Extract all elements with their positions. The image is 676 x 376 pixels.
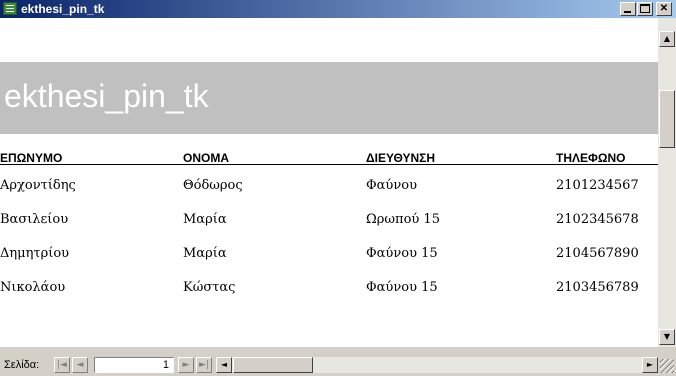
first-record-icon: |◄ [57, 360, 67, 370]
report-window: ekthesi_pin_tk ✕ ekthesi_pin_tk ΕΠΩΝΥΜΟ … [0, 0, 676, 376]
report-page: ekthesi_pin_tk ΕΠΩΝΥΜΟ ΟΝΟΜΑ ΔΙΕΥΘΥΝΣΗ Τ… [0, 18, 658, 347]
page-label: Σελίδα: [4, 359, 40, 371]
cell-phone: 2104567890 [556, 246, 639, 261]
column-header-address: ΔΙΕΥΘΥΝΣΗ [366, 151, 436, 165]
cell-name: Θόδωρος [183, 178, 243, 193]
close-icon: ✕ [659, 3, 669, 14]
previous-record-icon: ◄ [76, 360, 84, 370]
cell-address: Ωρωπού 15 [366, 212, 440, 227]
scroll-left-arrow-icon[interactable]: ◄ [216, 357, 232, 373]
cell-address: Φαύνου 15 [366, 246, 438, 261]
next-page-button[interactable]: ► [178, 357, 194, 373]
resize-grip-icon[interactable] [660, 359, 674, 373]
report-header: ekthesi_pin_tk [0, 62, 658, 134]
first-page-button[interactable]: |◄ [54, 357, 70, 373]
last-record-icon: ►| [199, 360, 209, 370]
window-title: ekthesi_pin_tk [21, 2, 105, 16]
column-header-name: ΟΝΟΜΑ [183, 151, 229, 165]
column-header-surname: ΕΠΩΝΥΜΟ [0, 151, 63, 165]
cell-phone: 2103456789 [556, 280, 639, 295]
cell-address: Φαύνου 15 [366, 280, 438, 295]
next-record-icon: ► [182, 360, 190, 370]
cell-name: Μαρία [183, 212, 227, 227]
title-bar: ekthesi_pin_tk ✕ [0, 0, 676, 18]
cell-phone: 2101234567 [556, 178, 639, 193]
close-button[interactable]: ✕ [656, 2, 672, 16]
previous-page-button[interactable]: ◄ [72, 357, 88, 373]
header-divider [0, 164, 658, 165]
column-header-phone: ΤΗΛΕΦΩΝΟ [556, 151, 626, 165]
page-number-input[interactable]: 1 [94, 357, 174, 373]
scroll-right-arrow-icon[interactable]: ► [642, 357, 658, 373]
vertical-scroll-thumb[interactable] [659, 90, 675, 148]
maximize-button[interactable] [637, 2, 653, 16]
minimize-button[interactable] [620, 2, 636, 16]
scroll-down-arrow-icon[interactable]: ▼ [659, 329, 675, 345]
minimize-icon [624, 11, 631, 13]
cell-surname: Νικολάου [0, 280, 66, 295]
scroll-up-arrow-icon[interactable]: ▲ [659, 31, 675, 47]
last-page-button[interactable]: ►| [196, 357, 212, 373]
cell-phone: 2102345678 [556, 212, 639, 227]
cell-surname: Δημητρίου [0, 246, 70, 261]
cell-name: Μαρία [183, 246, 227, 261]
cell-surname: Βασιλείου [0, 212, 69, 227]
report-icon [3, 2, 17, 15]
cell-address: Φαύνου [366, 178, 417, 193]
cell-surname: Αρχοντίδης [0, 178, 76, 193]
cell-name: Κώστας [183, 280, 236, 295]
horizontal-scroll-thumb[interactable] [233, 357, 313, 373]
record-navigation-bar: Σελίδα: |◄ ◄ 1 ► ►| ◄ ► [0, 347, 676, 376]
vertical-scrollbar[interactable]: ▲ ▼ [658, 18, 676, 347]
maximize-icon [640, 4, 650, 13]
report-title: ekthesi_pin_tk [4, 78, 209, 114]
